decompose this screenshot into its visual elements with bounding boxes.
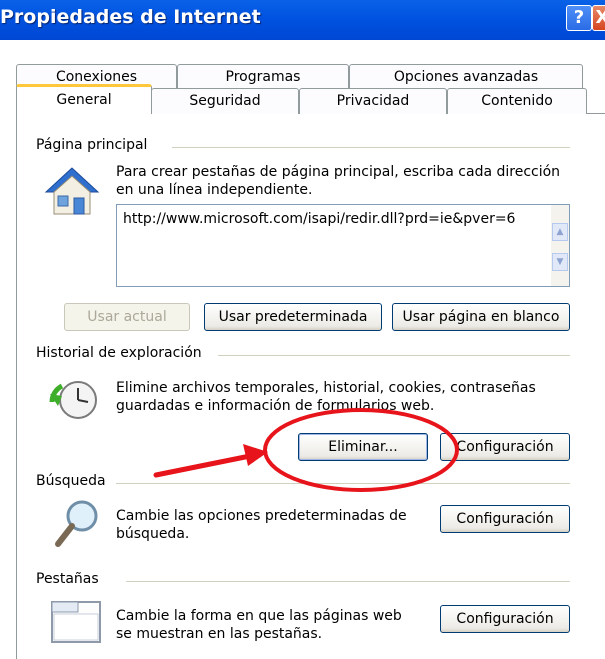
tabs-window-icon xyxy=(51,601,101,643)
history-clock-icon xyxy=(49,381,97,419)
scroll-down-icon[interactable]: ▼ xyxy=(552,253,568,271)
history-separator xyxy=(218,355,570,356)
search-description-line2: búsqueda. xyxy=(116,526,190,542)
history-settings-button[interactable]: Configuración xyxy=(440,433,570,461)
url-scrollbar[interactable]: ▲ ▼ xyxy=(551,205,569,286)
tabs-separator xyxy=(126,581,570,582)
tab-programas[interactable]: Programas xyxy=(177,64,349,90)
tabs-settings-button[interactable]: Configuración xyxy=(440,605,570,633)
tab-privacidad[interactable]: Privacidad xyxy=(299,88,447,114)
homepage-url-value: http://www.microsoft.com/isapi/redir.dll… xyxy=(123,211,516,227)
tab-opciones-avanzadas[interactable]: Opciones avanzadas xyxy=(349,64,583,90)
use-current-button[interactable]: Usar actual xyxy=(64,303,190,331)
home-separator xyxy=(172,147,570,148)
use-blank-button[interactable]: Usar página en blanco xyxy=(392,303,570,331)
search-description-line1: Cambie las opciones predeterminadas de xyxy=(116,508,407,524)
delete-history-button[interactable]: Eliminar... xyxy=(298,433,428,461)
history-description-line2: guardadas e información de formularios w… xyxy=(116,398,435,414)
tabs-description-line2: se muestran en las pestañas. xyxy=(116,626,323,642)
tabs-description: Cambie la forma en que las páginas web s… xyxy=(116,607,402,643)
scroll-up-icon[interactable]: ▲ xyxy=(552,223,568,241)
help-button[interactable]: ? xyxy=(566,5,592,31)
home-description: Para crear pestañas de página principal,… xyxy=(116,163,560,199)
home-description-line1: Para crear pestañas de página principal,… xyxy=(116,164,561,180)
search-separator xyxy=(116,483,570,484)
title-bar: Propiedades de Internet ? X xyxy=(0,0,605,40)
house-icon xyxy=(44,167,100,215)
tabs-description-line1: Cambie la forma en que las páginas web xyxy=(116,608,402,624)
home-group-label: Página principal xyxy=(36,137,154,153)
history-group-label: Historial de exploración xyxy=(36,345,208,361)
tabs-group-label: Pestañas xyxy=(36,571,105,587)
search-magnifier-icon xyxy=(55,500,98,547)
search-group-label: Búsqueda xyxy=(36,473,112,489)
window-title: Propiedades de Internet xyxy=(0,6,261,28)
tab-contenido[interactable]: Contenido xyxy=(447,88,587,114)
close-button[interactable]: X xyxy=(592,5,605,31)
history-description-line1: Elimine archivos temporales, historial, … xyxy=(116,380,536,396)
search-description: Cambie las opciones predeterminadas de b… xyxy=(116,507,407,543)
search-settings-button[interactable]: Configuración xyxy=(440,505,570,533)
homepage-url-textarea[interactable]: http://www.microsoft.com/isapi/redir.dll… xyxy=(116,204,570,287)
tab-general[interactable]: General xyxy=(16,84,152,114)
history-description: Elimine archivos temporales, historial, … xyxy=(116,379,536,415)
home-description-line2: en una línea independiente. xyxy=(116,182,313,198)
tab-seguridad[interactable]: Seguridad xyxy=(151,88,299,114)
use-default-button[interactable]: Usar predeterminada xyxy=(204,303,382,331)
